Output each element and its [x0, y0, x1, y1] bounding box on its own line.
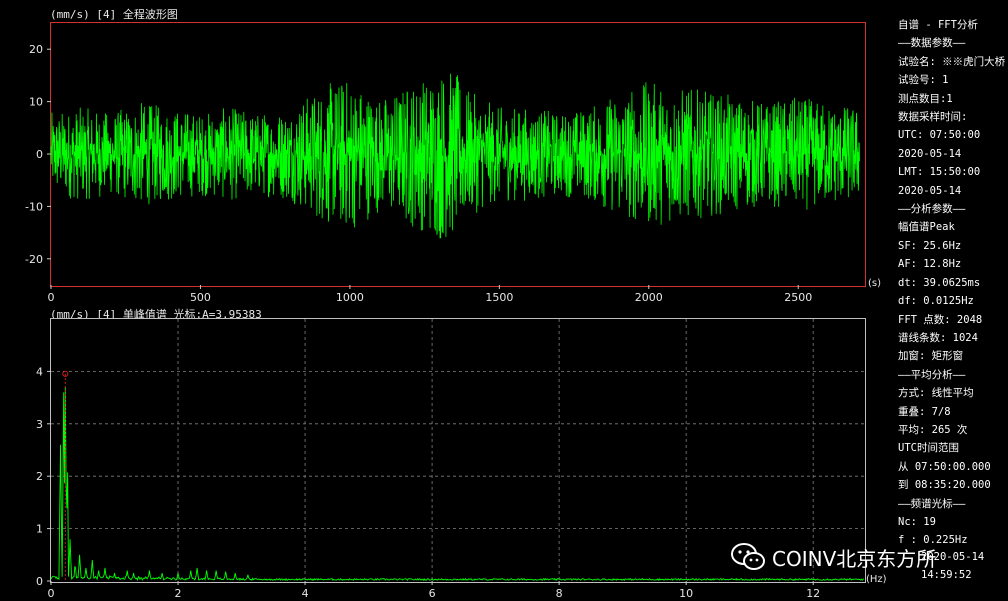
- info-line: 2020-05-14: [898, 147, 962, 160]
- info-line: 平均: 265 次: [898, 423, 968, 436]
- spectrum-x-tick-label: 12: [806, 587, 820, 600]
- info-line: Nc: 19: [898, 515, 936, 528]
- info-line: 加窗: 矩形窗: [898, 350, 964, 363]
- spectrum-x-tick-label: 0: [48, 587, 55, 600]
- wechat-icon: [731, 543, 765, 570]
- info-line: 方式: 线性平均: [898, 387, 974, 400]
- spectrum-y-tick-label: 1: [36, 523, 43, 536]
- info-line: 从 07:50:00.000: [898, 460, 991, 473]
- waveform-x-tick-label: 1500: [485, 291, 513, 304]
- info-line: UTC: 07:50:00: [898, 129, 981, 142]
- info-line: 幅值谱Peak: [898, 221, 955, 234]
- info-line: 到 08:35:20.000: [898, 479, 991, 492]
- timestamp-date: 2020-05-14: [921, 551, 985, 563]
- chart-canvas: 20100-10-200 500 1000 1500 2000 2500(s)0 2 4 6 8 1…: [25, 43, 887, 600]
- waveform-y-tick-label: 10: [29, 96, 43, 109]
- spectrum-y-tick-label: 2: [36, 470, 43, 483]
- info-panel: 自谱 - FFT分析 ——数据参数—— 试验名: ※※虎门大桥 试验号: 1 测点数目:…: [898, 16, 1008, 550]
- info-line: 数据采样时间:: [898, 111, 968, 124]
- info-line: 测点数目:1: [898, 92, 953, 105]
- info-line: LMT: 15:50:00: [898, 166, 981, 179]
- info-line: AF: 12.8Hz: [898, 258, 962, 271]
- watermark: COINV北京东方所: [730, 540, 936, 574]
- spectrum-y-tick-label: 3: [36, 418, 43, 431]
- timestamp-time: 14:59:52: [921, 569, 972, 581]
- info-line: 2020-05-14: [898, 184, 962, 197]
- watermark-text: COINV北京东方所: [772, 546, 937, 571]
- info-line: df: 0.0125Hz: [898, 295, 974, 308]
- spectrum-y-tick-label: 4: [36, 365, 43, 378]
- spectrum-x-tick-label: 8: [556, 587, 563, 600]
- waveform-x-unit: (s): [868, 278, 881, 289]
- info-line: ——分析参数——: [898, 203, 966, 216]
- info-line: ——平均分析——: [898, 368, 966, 381]
- spectrum-x-tick-label: 6: [429, 587, 436, 600]
- info-line: 试验号: 1: [898, 74, 949, 87]
- waveform-x-tick-label: 1000: [336, 291, 364, 304]
- waveform-y-tick-label: 20: [29, 43, 43, 56]
- timestamp: 2020-05-14 14:59:52: [921, 548, 984, 584]
- waveform-trace: [50, 73, 860, 239]
- waveform-x-tick-label: 2500: [784, 291, 812, 304]
- waveform-x-tick-label: 2000: [635, 291, 663, 304]
- info-line: ——数据参数——: [898, 37, 966, 50]
- waveform-y-tick-label: -20: [25, 253, 43, 266]
- info-line: UTC时间范围: [898, 442, 959, 455]
- info-line: dt: 39.0625ms: [898, 276, 981, 289]
- info-line: ——频谱光标——: [898, 497, 966, 510]
- info-line: 重叠: 7/8: [898, 405, 951, 418]
- spectrum-x-tick-label: 4: [302, 587, 309, 600]
- info-line: SF: 25.6Hz: [898, 239, 962, 252]
- waveform-y-tick-label: -10: [25, 200, 43, 213]
- info-line: 试验名: ※※虎门大桥: [898, 55, 1006, 68]
- spectrum-x-tick-label: 2: [175, 587, 182, 600]
- spectrum-x-unit: (Hz): [866, 574, 887, 585]
- waveform-x-tick-label: 0: [48, 291, 55, 304]
- info-line: 自谱 - FFT分析: [898, 19, 978, 31]
- info-line: 谱线条数: 1024: [898, 331, 978, 344]
- info-line: FFT 点数: 2048: [898, 313, 983, 326]
- spectrum-y-tick-label: 0: [36, 575, 43, 588]
- waveform-y-tick-label: 0: [36, 148, 43, 161]
- waveform-x-tick-label: 500: [190, 291, 211, 304]
- spectrum-x-tick-label: 10: [679, 587, 693, 600]
